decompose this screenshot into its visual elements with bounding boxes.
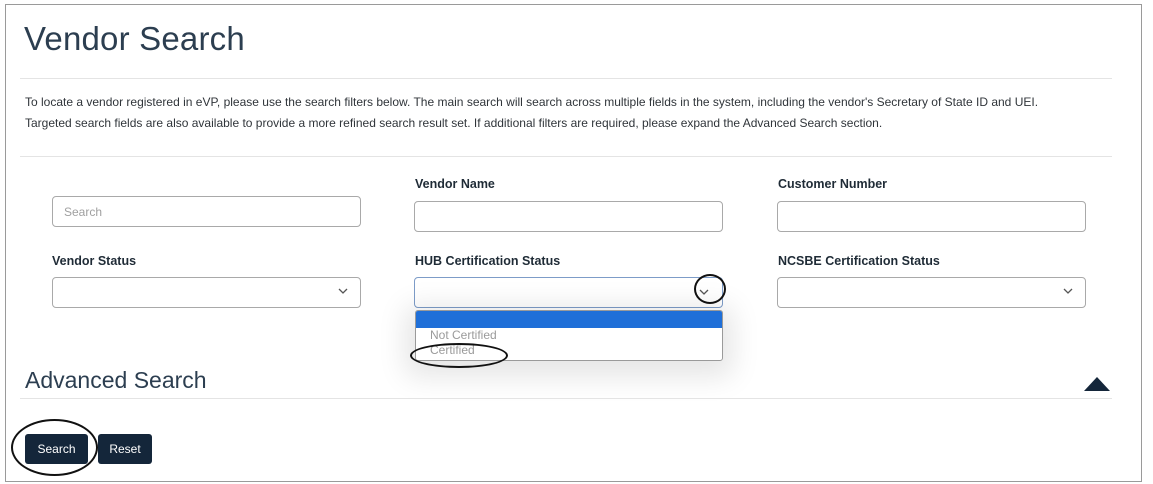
page-description: To locate a vendor registered in eVP, pl… xyxy=(25,92,1115,134)
description-line: To locate a vendor registered in eVP, pl… xyxy=(25,95,1039,109)
vendor-status-select[interactable] xyxy=(52,277,361,308)
page-title: Vendor Search xyxy=(24,20,245,57)
divider xyxy=(20,78,1112,79)
chevron-down-icon xyxy=(338,286,348,296)
advanced-search-title: Advanced Search xyxy=(25,367,207,393)
reset-button[interactable]: Reset xyxy=(98,434,152,464)
search-input[interactable] xyxy=(52,196,361,227)
search-button[interactable]: Search xyxy=(25,434,88,464)
vendor-name-input[interactable] xyxy=(414,201,723,232)
ncsbe-certification-status-label: NCSBE Certification Status xyxy=(778,254,940,268)
customer-number-label: Customer Number xyxy=(778,177,888,191)
dropdown-option-not-certified[interactable]: Not Certified xyxy=(416,328,722,343)
chevron-down-icon xyxy=(1063,286,1073,296)
divider xyxy=(20,156,1112,157)
vendor-name-label: Vendor Name xyxy=(415,177,495,191)
ncsbe-certification-status-select[interactable] xyxy=(777,277,1086,308)
vendor-status-label: Vendor Status xyxy=(52,254,137,268)
dropdown-option-blank[interactable] xyxy=(416,311,722,328)
triangle-up-icon[interactable] xyxy=(1083,376,1111,392)
chevron-down-icon[interactable] xyxy=(699,287,709,297)
hub-certification-status-select[interactable] xyxy=(414,277,723,308)
customer-number-input[interactable] xyxy=(777,201,1086,232)
description-line: Targeted search fields are also availabl… xyxy=(25,116,883,130)
hub-certification-dropdown-list: Not Certified Certified xyxy=(415,310,723,361)
divider xyxy=(20,398,1112,399)
page-frame xyxy=(5,4,1142,482)
dropdown-option-certified[interactable]: Certified xyxy=(416,343,722,358)
hub-certification-status-label: HUB Certification Status xyxy=(415,254,561,268)
